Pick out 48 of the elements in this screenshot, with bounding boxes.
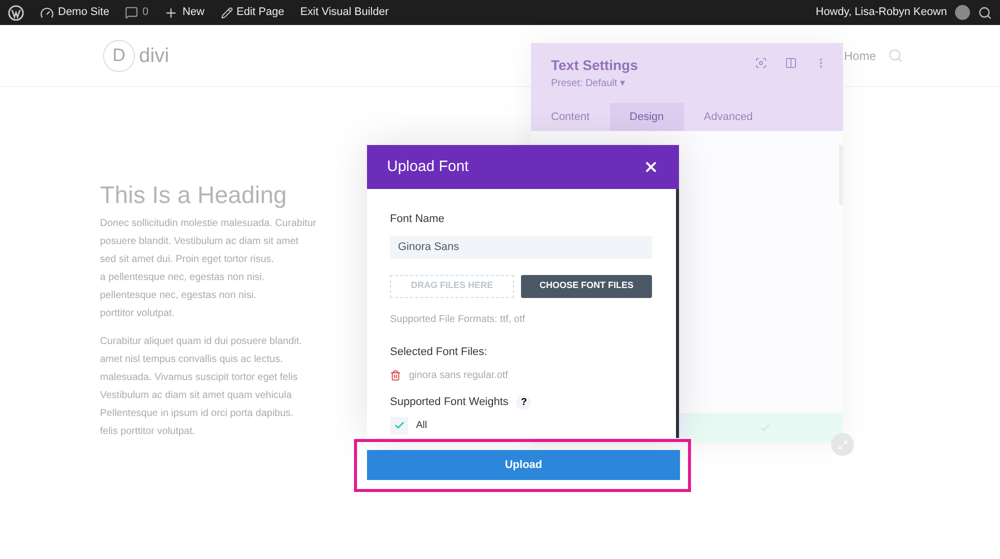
- comment-icon: [125, 6, 138, 19]
- paragraph-line: a pellentesque nec, egestas non nisi.: [100, 271, 265, 285]
- formats-note: Supported File Formats: ttf, otf: [390, 312, 526, 326]
- paragraph-line: sed sit amet dui. Proin eget tortor risus.: [100, 253, 274, 267]
- close-icon[interactable]: [643, 159, 659, 175]
- resize-handle[interactable]: [831, 433, 854, 456]
- check-icon: [759, 422, 771, 434]
- paragraph-line: posuere blandit. Vestibulum ac diam sit amet: [100, 235, 298, 249]
- file-name: ginora sans regular.otf: [409, 369, 508, 383]
- plus-icon: [164, 6, 178, 20]
- check-icon: [394, 420, 404, 431]
- wordpress-logo-icon[interactable]: [8, 4, 24, 20]
- font-name-field[interactable]: Ginora Sans: [390, 236, 652, 258]
- page-heading: This Is a Heading: [100, 181, 288, 211]
- paragraph-line: amet nisl tempus convallis quis ac lectus.: [100, 353, 283, 367]
- focus-icon[interactable]: [755, 57, 767, 69]
- search-icon[interactable]: [978, 6, 992, 20]
- help-badge[interactable]: ?: [516, 394, 532, 410]
- paragraph-line: Pellentesque in ipsum id orci porta dapibus.: [100, 407, 294, 421]
- save-button[interactable]: [687, 413, 843, 443]
- edit-page-link[interactable]: Edit Page: [236, 4, 284, 21]
- weight-checkbox[interactable]: [390, 416, 408, 434]
- checkbox-label: All: [416, 419, 428, 433]
- paragraph-line: felis porttitor volutpat.: [100, 425, 196, 439]
- paragraph-line: pellentesque nec, egestas non nisi.: [100, 289, 256, 303]
- new-link[interactable]: New: [182, 4, 204, 21]
- paragraph-line: porttitor volutpat.: [100, 307, 174, 321]
- comment-count[interactable]: 0: [142, 4, 148, 21]
- paragraph-line: Curabitur aliquet quam id dui posuere blandit.: [100, 335, 302, 349]
- greeting-link[interactable]: Howdy, Lisa-Robyn Keown: [816, 4, 947, 21]
- paragraph-line: malesuada. Vivamus suscipit tortor eget felis: [100, 371, 298, 385]
- avatar[interactable]: [955, 5, 970, 20]
- site-link[interactable]: Demo Site: [58, 4, 110, 21]
- field-label: Font Name: [390, 212, 444, 227]
- choose-files-button[interactable]: CHOOSE FONT FILES: [521, 274, 652, 298]
- pencil-icon: [220, 6, 232, 18]
- field-label: Selected Font Files:: [390, 344, 488, 360]
- paragraph-line: Donec sollicitudin molestie malesuada. Curabitur: [100, 217, 316, 231]
- upload-button[interactable]: Upload: [367, 450, 680, 480]
- dialog-title: Upload Font: [387, 156, 469, 177]
- exit-builder-link[interactable]: Exit Visual Builder: [300, 4, 389, 21]
- panel-title: Text Settings: [551, 56, 638, 75]
- paragraph-line: Vestibulum ac diam sit amet quam vehicula: [100, 389, 292, 403]
- columns-icon[interactable]: [785, 57, 797, 69]
- trash-icon[interactable]: [390, 370, 401, 381]
- dashboard-icon: [40, 6, 54, 20]
- panel-tab[interactable]: Design: [610, 103, 684, 131]
- field-label: Supported Font Weights: [390, 395, 508, 410]
